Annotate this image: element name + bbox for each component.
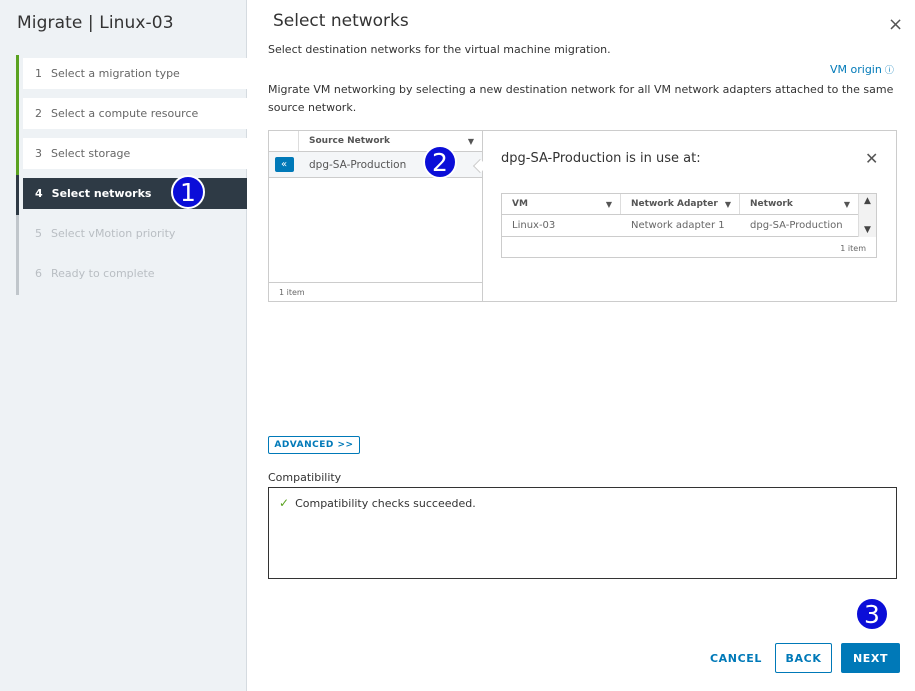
advanced-button[interactable]: ADVANCED >>	[268, 436, 360, 454]
back-button[interactable]: BACK	[775, 643, 832, 673]
compatibility-box: ✓ Compatibility checks succeeded.	[268, 487, 897, 579]
step-label: Select storage	[51, 147, 131, 160]
step-select-storage[interactable]: 3 Select storage	[16, 135, 247, 175]
scrollbar[interactable]: ▲ ▼	[858, 194, 876, 237]
scroll-down-icon[interactable]: ▼	[864, 225, 871, 235]
step-number: 5	[35, 227, 42, 240]
vm-grid-footer: 1 item	[840, 244, 866, 253]
close-icon[interactable]: ×	[888, 16, 903, 34]
wizard-title: Migrate | Linux-03	[17, 13, 174, 33]
filter-icon[interactable]: ▼	[844, 200, 850, 209]
step-ready-to-complete: 6 Ready to complete	[16, 255, 247, 295]
callout-badge-3: 3	[855, 597, 889, 631]
collapse-double-left-icon[interactable]: «	[274, 157, 294, 172]
step-label: Ready to complete	[51, 267, 155, 280]
column-header-network-adapter[interactable]: Network Adapter ▼	[621, 194, 740, 214]
step-number: 6	[35, 267, 42, 280]
column-header-network[interactable]: Network ▼	[740, 194, 859, 214]
column-label: Network Adapter	[631, 199, 718, 209]
network-panel: Source Network ▼ « dpg-SA-Production 1 i…	[268, 130, 897, 302]
filter-icon[interactable]: ▼	[606, 200, 612, 209]
vm-origin-label: VM origin	[830, 63, 882, 76]
vm-usage-grid: VM ▼ Network Adapter ▼ Network ▼ Linux-03 N…	[501, 193, 877, 258]
vm-origin-link[interactable]: VM origin ⓘ	[830, 63, 894, 76]
step-label: Select a migration type	[51, 67, 180, 80]
compatibility-message: ✓ Compatibility checks succeeded.	[279, 496, 476, 510]
compatibility-label: Compatibility	[268, 471, 342, 484]
filter-icon[interactable]: ▼	[468, 137, 474, 146]
callout-badge-1: 1	[171, 175, 205, 209]
step-select-compute-resource[interactable]: 2 Select a compute resource	[16, 95, 247, 135]
step-label: Select networks	[51, 187, 152, 200]
compatibility-text: Compatibility checks succeeded.	[295, 496, 476, 510]
wizard-steps: 1 Select a migration type 2 Select a compu…	[16, 55, 247, 295]
table-row[interactable]: Linux-03 Network adapter 1 dpg-SA-Produc…	[502, 215, 876, 237]
step-number: 4	[35, 187, 43, 200]
adapter-cell: Network adapter 1	[631, 220, 725, 231]
step-progress-bar	[16, 95, 19, 135]
step-progress-bar	[16, 255, 19, 295]
filter-icon[interactable]: ▼	[725, 200, 731, 209]
page-subtitle: Select destination networks for the virt…	[268, 43, 611, 56]
page-description: Migrate VM networking by selecting a new…	[268, 83, 894, 114]
callout-badge-2: 2	[423, 145, 457, 179]
step-select-vmotion-priority: 5 Select vMotion priority	[16, 215, 247, 255]
detail-title: dpg-SA-Production is in use at:	[501, 151, 701, 166]
select-column	[269, 131, 299, 151]
step-select-networks[interactable]: 4 Select networks	[16, 175, 247, 215]
step-label: Select vMotion priority	[51, 227, 176, 240]
step-number: 1	[35, 67, 42, 80]
column-label: VM	[512, 199, 528, 209]
column-header-vm[interactable]: VM ▼	[502, 194, 621, 214]
info-icon: ⓘ	[884, 66, 894, 76]
next-button[interactable]: NEXT	[841, 643, 900, 673]
step-progress-bar	[16, 215, 19, 255]
page-title: Select networks	[273, 11, 409, 31]
cancel-button[interactable]: CANCEL	[704, 643, 768, 673]
column-label: Network	[750, 199, 793, 209]
close-icon[interactable]: ✕	[865, 149, 878, 168]
vm-cell: Linux-03	[512, 220, 556, 231]
scroll-up-icon[interactable]: ▲	[864, 196, 871, 206]
source-network-cell: dpg-SA-Production	[309, 158, 407, 171]
step-progress-bar	[16, 175, 19, 215]
network-cell: dpg-SA-Production	[750, 220, 843, 231]
check-icon: ✓	[279, 496, 290, 510]
step-progress-bar	[16, 55, 19, 95]
step-number: 2	[35, 107, 42, 120]
step-select-migration-type[interactable]: 1 Select a migration type	[16, 55, 247, 95]
vm-grid-header: VM ▼ Network Adapter ▼ Network ▼	[502, 194, 876, 215]
step-number: 3	[35, 147, 42, 160]
step-progress-bar	[16, 135, 19, 175]
wizard-sidebar: Migrate | Linux-03 1 Select a migration t…	[0, 0, 247, 691]
step-label: Select a compute resource	[51, 107, 199, 120]
source-grid-footer: 1 item	[269, 282, 482, 301]
